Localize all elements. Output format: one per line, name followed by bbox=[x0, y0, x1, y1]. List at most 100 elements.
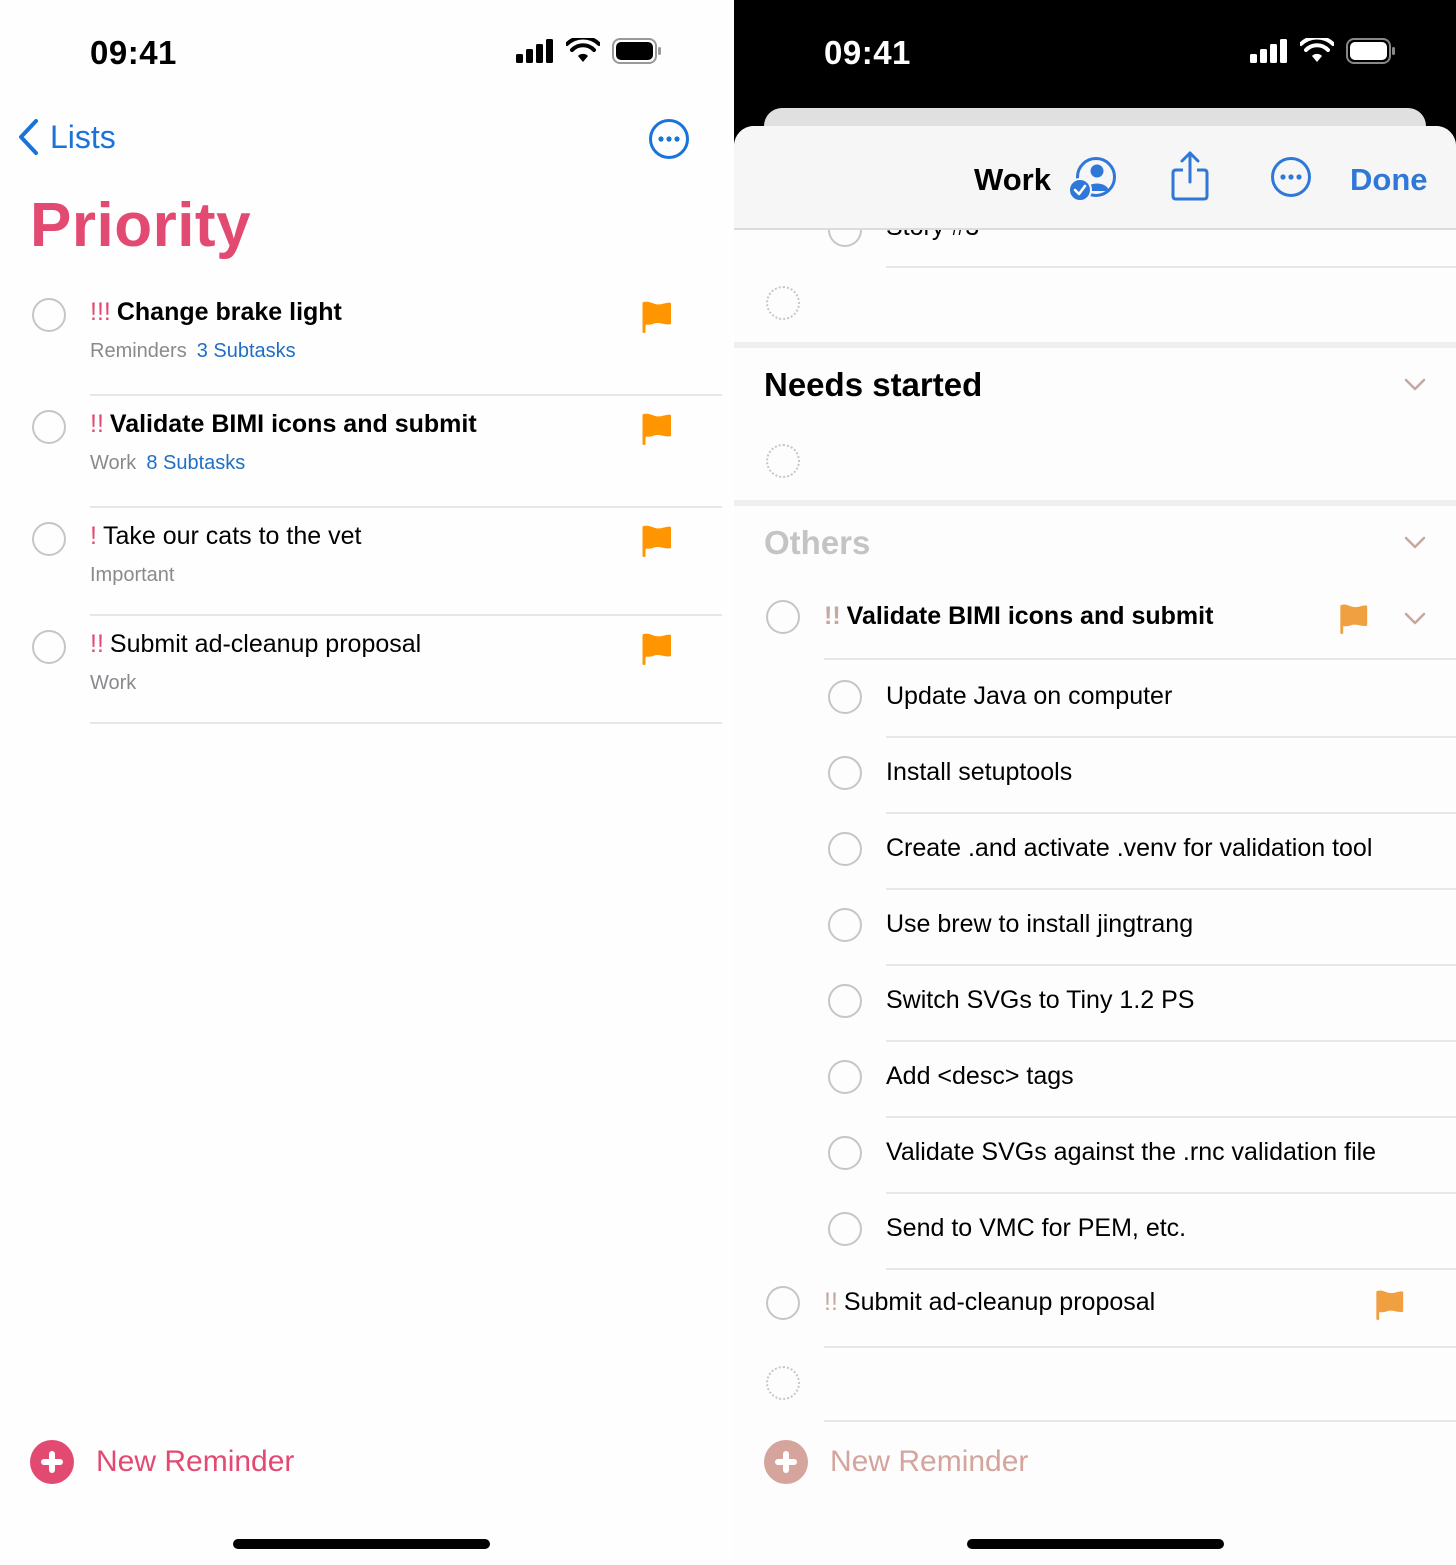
more-options-button[interactable] bbox=[648, 118, 690, 165]
new-item-placeholder-checkbox[interactable] bbox=[766, 444, 800, 478]
home-indicator[interactable] bbox=[233, 1539, 490, 1549]
section-title-others[interactable]: Others bbox=[764, 524, 870, 562]
subtask-title: Validate SVGs against the .rnc validatio… bbox=[886, 1138, 1377, 1166]
complete-checkbox[interactable] bbox=[828, 1136, 862, 1170]
home-indicator[interactable] bbox=[967, 1539, 1224, 1549]
more-options-button[interactable] bbox=[1270, 156, 1312, 203]
reminder-title: Change brake light bbox=[116, 298, 342, 326]
complete-checkbox[interactable] bbox=[32, 298, 66, 332]
work-list-sheet-screen: 09:41 Work Done Story #3 bbox=[734, 0, 1456, 1565]
divider bbox=[886, 266, 1456, 268]
divider bbox=[824, 658, 1456, 660]
plus-circle-icon bbox=[764, 1440, 808, 1484]
wifi-icon bbox=[1300, 38, 1334, 62]
flag-icon bbox=[1340, 604, 1368, 635]
complete-checkbox[interactable] bbox=[766, 1286, 800, 1320]
divider bbox=[886, 964, 1456, 966]
priority-marker: !! bbox=[90, 630, 104, 658]
divider bbox=[886, 1116, 1456, 1118]
reminder-row[interactable]: ! Take our cats to the vet Important bbox=[0, 508, 734, 616]
priority-marker: !!! bbox=[90, 298, 111, 326]
divider bbox=[886, 888, 1456, 890]
reminder-title: Validate BIMI icons and submit bbox=[846, 602, 1214, 630]
reminder-list-name: Important bbox=[90, 564, 175, 586]
subtask-title: Add <desc> tags bbox=[886, 1062, 1074, 1090]
page-title: Priority bbox=[30, 191, 252, 260]
flag-icon bbox=[642, 633, 671, 665]
priority-list-screen: 09:41 Lists Priority !!! Change brake lig… bbox=[0, 0, 734, 1565]
subtask-title: Update Java on computer bbox=[886, 682, 1173, 710]
reminder-row[interactable]: !! Validate BIMI icons and submit Work 8 S… bbox=[0, 396, 734, 508]
new-reminder-label: New Reminder bbox=[830, 1445, 1029, 1478]
reminder-list-name: Reminders bbox=[90, 340, 187, 362]
divider bbox=[886, 736, 1456, 738]
section-separator bbox=[734, 500, 1456, 506]
person-checkmark-circle-icon bbox=[1068, 157, 1116, 202]
back-label: Lists bbox=[50, 118, 116, 155]
chevron-down-icon[interactable] bbox=[1404, 612, 1426, 626]
wifi-icon bbox=[566, 38, 600, 62]
priority-marker: !! bbox=[90, 410, 104, 438]
priority-marker: !! bbox=[824, 602, 841, 630]
subtasks-link[interactable]: 3 Subtasks bbox=[197, 340, 296, 362]
chevron-down-icon[interactable] bbox=[1404, 378, 1426, 392]
done-button[interactable]: Done bbox=[1350, 162, 1428, 198]
cellular-signal-icon bbox=[516, 39, 553, 63]
reminder-title: Validate BIMI icons and submit bbox=[109, 410, 477, 438]
ellipsis-circle-icon bbox=[1271, 157, 1311, 197]
complete-checkbox[interactable] bbox=[828, 756, 862, 790]
section-title-needs-started[interactable]: Needs started bbox=[764, 366, 982, 404]
divider bbox=[886, 812, 1456, 814]
reminder-title: Take our cats to the vet bbox=[102, 522, 362, 550]
share-button[interactable] bbox=[1170, 150, 1210, 207]
new-item-placeholder-checkbox[interactable] bbox=[766, 286, 800, 320]
chevron-down-icon[interactable] bbox=[1404, 536, 1426, 550]
new-reminder-label: New Reminder bbox=[96, 1445, 295, 1478]
complete-checkbox[interactable] bbox=[828, 908, 862, 942]
subtask-title: Create .and activate .venv for validatio… bbox=[886, 834, 1373, 862]
divider bbox=[824, 1346, 1456, 1348]
new-reminder-button[interactable]: New Reminder bbox=[764, 1440, 1028, 1484]
divider bbox=[90, 722, 722, 724]
complete-checkbox[interactable] bbox=[766, 600, 800, 634]
reminder-row[interactable]: !! Submit ad-cleanup proposal Work bbox=[0, 616, 734, 724]
subtasks-link[interactable]: 8 Subtasks bbox=[146, 452, 245, 474]
share-icon bbox=[1171, 151, 1209, 201]
sheet-header: Work Done bbox=[734, 126, 1456, 230]
reminder-title: Submit ad-cleanup proposal bbox=[843, 1288, 1156, 1316]
new-reminder-button[interactable]: New Reminder bbox=[30, 1440, 294, 1484]
complete-checkbox[interactable] bbox=[828, 680, 862, 714]
divider bbox=[886, 1268, 1456, 1270]
subtask-title: Send to VMC for PEM, etc. bbox=[886, 1214, 1187, 1242]
subtask-title: Install setuptools bbox=[886, 758, 1073, 786]
status-time: 09:41 bbox=[90, 34, 177, 71]
status-bar: 09:41 bbox=[734, 0, 1456, 100]
plus-circle-icon bbox=[30, 1440, 74, 1484]
priority-marker: ! bbox=[90, 522, 97, 550]
complete-checkbox[interactable] bbox=[32, 410, 66, 444]
battery-icon bbox=[1346, 38, 1395, 64]
divider bbox=[824, 1420, 1456, 1422]
shared-with-button[interactable] bbox=[1068, 156, 1118, 207]
flag-icon bbox=[642, 301, 671, 333]
complete-checkbox[interactable] bbox=[828, 984, 862, 1018]
flag-icon bbox=[642, 525, 671, 557]
complete-checkbox[interactable] bbox=[828, 1060, 862, 1094]
divider bbox=[886, 1192, 1456, 1194]
complete-checkbox[interactable] bbox=[828, 1212, 862, 1246]
priority-marker: !! bbox=[824, 1288, 838, 1316]
reminder-row[interactable]: !!! Change brake light Reminders 3 Subtask… bbox=[0, 284, 734, 396]
back-to-lists-button[interactable]: Lists bbox=[16, 118, 116, 156]
complete-checkbox[interactable] bbox=[32, 630, 66, 664]
section-separator bbox=[734, 342, 1456, 348]
battery-icon bbox=[612, 38, 661, 64]
list-name: Work bbox=[974, 162, 1051, 197]
list-sheet: Work Done Story #3 Needs start bbox=[734, 126, 1456, 1565]
new-item-placeholder-checkbox[interactable] bbox=[766, 1366, 800, 1400]
flag-icon bbox=[1376, 1290, 1404, 1321]
complete-checkbox[interactable] bbox=[828, 832, 862, 866]
flag-icon bbox=[642, 413, 671, 445]
status-time: 09:41 bbox=[824, 34, 911, 71]
cellular-signal-icon bbox=[1250, 39, 1287, 63]
complete-checkbox[interactable] bbox=[32, 522, 66, 556]
